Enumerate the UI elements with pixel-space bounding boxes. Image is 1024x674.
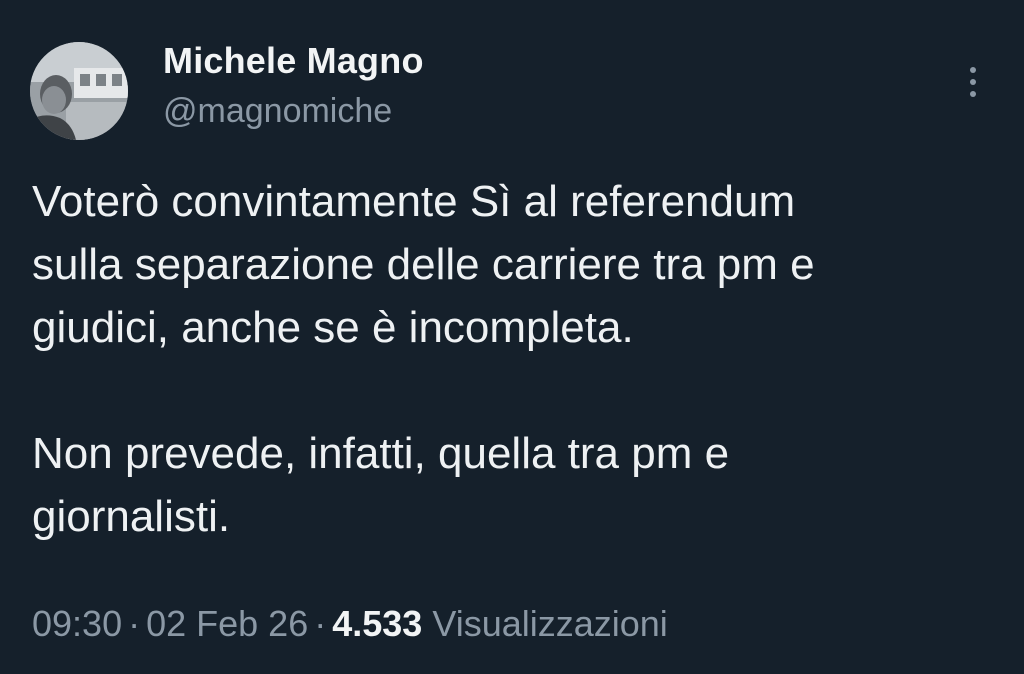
author-display-name[interactable]: Michele Magno [163, 40, 424, 82]
meta-separator: · [128, 603, 141, 644]
tweet-text: Voterò convintamente Sì al referendum su… [32, 170, 992, 548]
views-label: Visualizzazioni [432, 603, 668, 644]
tweet-meta: 09:30 · 02 Feb 26 · 4.533 Visualizzazioni [32, 603, 668, 645]
author-handle[interactable]: @magnomiche [163, 92, 392, 131]
meta-separator: · [314, 603, 327, 644]
avatar[interactable] [30, 42, 128, 140]
more-options-icon[interactable] [958, 60, 988, 104]
tweet-time[interactable]: 09:30 [32, 603, 122, 644]
more-dot [970, 91, 976, 97]
tweet-card: Michele Magno @magnomiche Voterò convint… [0, 0, 1024, 674]
more-dot [970, 67, 976, 73]
avatar-photo [30, 42, 128, 140]
tweet-date[interactable]: 02 Feb 26 [146, 603, 308, 644]
tweet-paragraph: Non prevede, infatti, quella tra pm e gi… [32, 429, 730, 541]
tweet-paragraph: Voterò convintamente Sì al referendum su… [32, 177, 815, 352]
more-dot [970, 79, 976, 85]
views-count[interactable]: 4.533 [332, 603, 422, 644]
